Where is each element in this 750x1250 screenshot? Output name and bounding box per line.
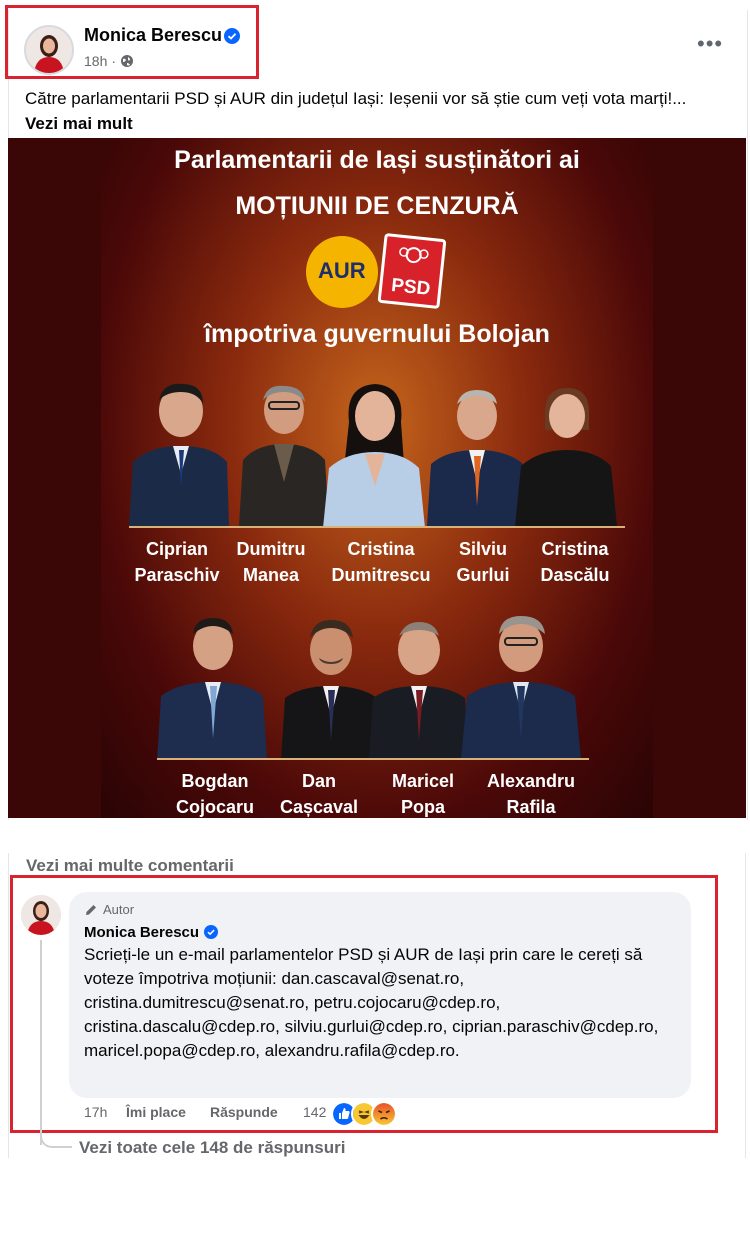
name-dan-cascaval: Dan Cașcaval [279, 771, 359, 817]
post-image[interactable]: Parlamentarii de Iași susținători ai MOȚ… [8, 138, 746, 818]
comment-time[interactable]: 17h [84, 1104, 107, 1120]
comment-text: Scrieți-le un e-mail parlamentelor PSD ș… [84, 945, 659, 1060]
portrait-dumitru-manea [239, 385, 329, 526]
name-dumitru-manea: Dumitru Manea [236, 539, 306, 585]
reply-button[interactable]: Răspunde [210, 1104, 278, 1120]
thread-curve [40, 1130, 72, 1148]
name-maricel-popa: Maricel Popa [391, 771, 455, 817]
portrait-cristina-dascalu [515, 388, 617, 526]
author-badge: Autor [84, 902, 134, 917]
post-meta: 18h · [84, 53, 134, 69]
more-comments-link[interactable]: Vezi mai multe comentarii [26, 856, 234, 876]
comment-avatar[interactable] [21, 895, 61, 935]
post-body: Către parlamentarii PSD și AUR din județ… [25, 89, 687, 108]
portrait-dan-cascaval [281, 620, 381, 760]
separator-dot: · [111, 53, 117, 69]
comment-author[interactable]: Monica Berescu [84, 924, 199, 941]
reaction-count[interactable]: 142 [303, 1104, 326, 1120]
like-button[interactable]: Îmi place [126, 1104, 186, 1120]
name-alexandru-rafila: Alexandru Rafila [486, 771, 576, 817]
globe-icon [121, 55, 134, 67]
pencil-icon [86, 904, 96, 915]
portrait-alexandru-rafila [461, 616, 581, 760]
row1-divider [129, 526, 625, 528]
portrait-cristina-dumitrescu [323, 384, 425, 528]
name-ciprian-paraschiv: Ciprian Paraschiv [134, 539, 220, 585]
post-text: Către parlamentarii PSD și AUR din județ… [25, 86, 715, 136]
psd-logo: PSD [377, 232, 447, 310]
aur-logo: AUR [306, 236, 378, 308]
name-silviu-gurlui: Silviu Gurlui [456, 539, 510, 585]
name-cristina-dascalu: Cristina Dascălu [540, 539, 610, 585]
more-dots-icon[interactable]: ••• [697, 33, 723, 55]
portrait-maricel-popa [369, 622, 469, 760]
verified-icon [224, 28, 240, 44]
author-name[interactable]: Monica Berescu [84, 25, 222, 46]
see-all-replies-link[interactable]: Vezi toate cele 148 de răspunsuri [79, 1138, 345, 1158]
poster-subtitle: împotriva guvernului Bolojan [204, 320, 550, 348]
portrait-ciprian-paraschiv [129, 383, 229, 526]
author-avatar[interactable] [24, 25, 74, 75]
see-more-link[interactable]: Vezi mai mult [25, 114, 133, 133]
poster-title-line2: MOȚIUNII DE CENZURĂ [235, 192, 519, 220]
verified-icon [204, 925, 218, 939]
comments-left-edge [8, 853, 9, 1158]
name-cristina-dumitrescu: Cristina Dumitrescu [331, 539, 431, 585]
thread-line [40, 940, 42, 1145]
portrait-bogdan-cojocaru [157, 618, 267, 760]
name-bogdan-cojocaru: Bogdan Cojocaru [175, 771, 254, 817]
row2-divider [157, 758, 589, 760]
post-time[interactable]: 18h [84, 53, 107, 69]
poster-background: Parlamentarii de Iași susținători ai MOȚ… [101, 138, 653, 818]
poster-title-line1: Parlamentarii de Iași susținători ai [174, 146, 580, 174]
comments-right-edge [745, 853, 746, 1158]
angry-icon[interactable] [371, 1101, 397, 1127]
author-badge-label: Autor [103, 902, 135, 917]
